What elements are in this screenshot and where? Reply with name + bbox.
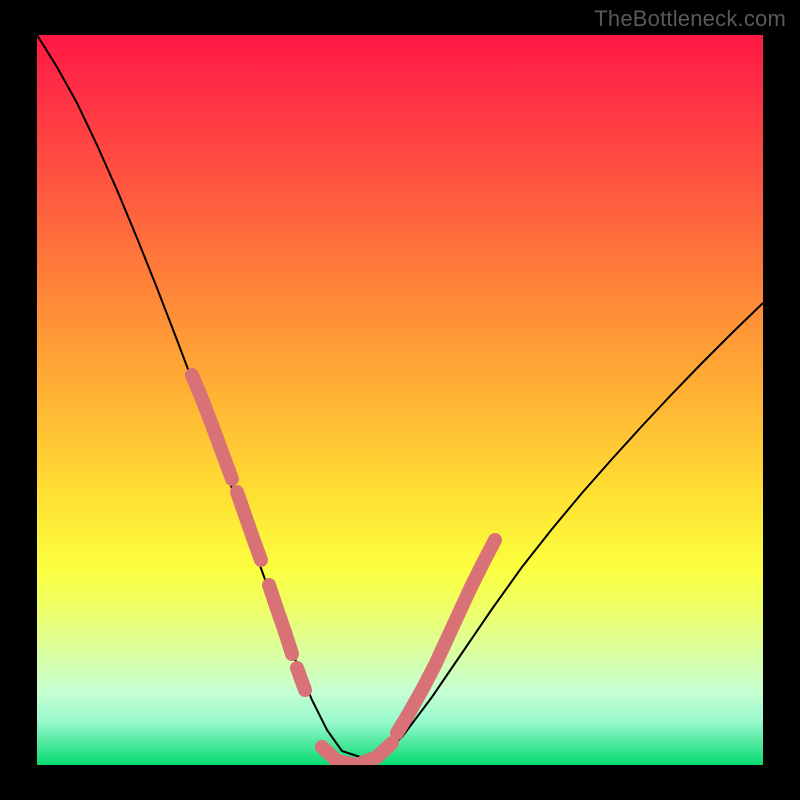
plot-area (37, 35, 763, 765)
curve-layer (37, 35, 763, 765)
measured-segment (322, 743, 392, 765)
measured-segment (192, 375, 232, 479)
measured-segment (269, 585, 292, 654)
measured-points-overlay (192, 375, 495, 765)
watermark-label: TheBottleneck.com (594, 6, 786, 32)
measured-segment (397, 540, 495, 733)
measured-segment (237, 492, 261, 560)
chart-frame: TheBottleneck.com (0, 0, 800, 800)
bottleneck-curve (37, 35, 763, 761)
measured-segment (297, 668, 305, 690)
